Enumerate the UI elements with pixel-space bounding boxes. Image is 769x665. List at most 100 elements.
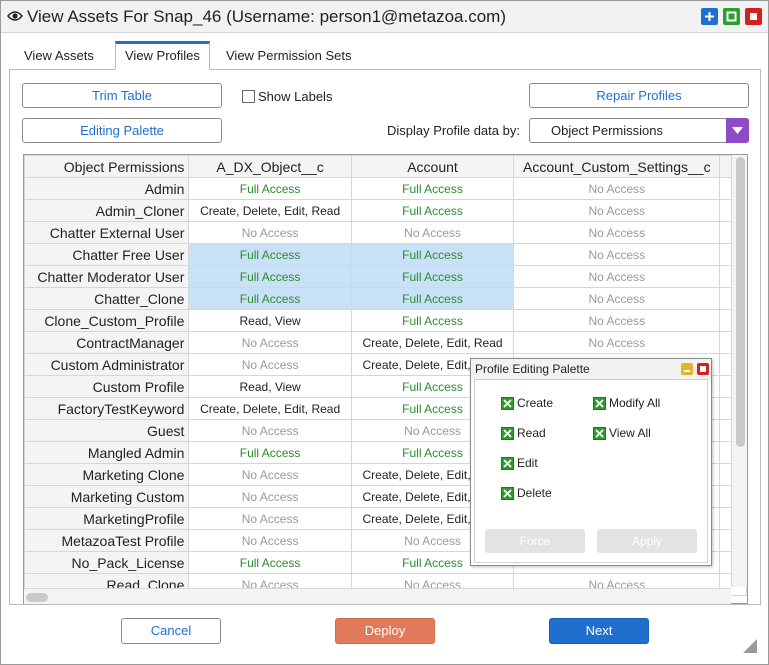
row-header[interactable]: Admin xyxy=(24,177,190,200)
permission-cell[interactable]: No Access xyxy=(513,287,721,310)
permission-cell[interactable]: No Access xyxy=(350,221,515,244)
table-row[interactable]: Admin Full Access Full Access No Access xyxy=(24,177,747,200)
permission-cell[interactable]: No Access xyxy=(513,265,721,288)
permission-cell[interactable]: No Access xyxy=(513,243,721,266)
permission-cell[interactable]: Full Access xyxy=(350,177,515,200)
create-checkbox[interactable]: Create xyxy=(501,396,553,410)
x-mark-icon xyxy=(593,396,606,410)
permission-cell[interactable]: No Access xyxy=(188,529,352,552)
palette-close-button[interactable] xyxy=(697,363,709,375)
horizontal-scrollbar[interactable] xyxy=(24,588,731,604)
permission-cell[interactable]: Full Access xyxy=(188,441,352,464)
row-header[interactable]: No_Pack_License xyxy=(24,551,190,574)
row-header[interactable]: Marketing Custom xyxy=(24,485,190,508)
permission-cell[interactable]: No Access xyxy=(188,485,352,508)
permission-cell[interactable]: Full Access xyxy=(188,287,352,310)
show-labels-toggle[interactable]: Show Labels xyxy=(242,88,332,104)
permission-cell[interactable]: Full Access xyxy=(188,177,352,200)
modify-all-checkbox[interactable]: Modify All xyxy=(593,396,660,410)
trim-table-button[interactable]: Trim Table xyxy=(22,83,222,108)
row-header[interactable]: ContractManager xyxy=(24,331,190,354)
tab-view-assets[interactable]: View Assets xyxy=(15,41,103,70)
x-mark-icon xyxy=(501,456,514,470)
permission-cell[interactable]: No Access xyxy=(188,221,352,244)
row-header[interactable]: Chatter External User xyxy=(24,221,190,244)
permission-cell[interactable]: No Access xyxy=(513,199,721,222)
tab-view-profiles[interactable]: View Profiles xyxy=(115,41,210,70)
row-header[interactable]: Custom Profile xyxy=(24,375,190,398)
column-header[interactable]: Account_Custom_Settings__c xyxy=(513,155,721,178)
column-header[interactable]: A_DX_Object__c xyxy=(188,155,352,178)
vertical-scrollbar[interactable] xyxy=(731,155,747,587)
column-header-object-permissions[interactable]: Object Permissions xyxy=(24,155,190,178)
permission-cell[interactable]: Read, View xyxy=(188,309,352,332)
table-row[interactable]: Chatter Free User Full Access Full Access N… xyxy=(24,243,747,266)
permission-cell[interactable]: Full Access xyxy=(350,265,515,288)
row-header[interactable]: Mangled Admin xyxy=(24,441,190,464)
palette-minimize-button[interactable] xyxy=(681,363,693,375)
permission-cell[interactable]: Full Access xyxy=(350,243,515,266)
row-header[interactable]: Guest xyxy=(24,419,190,442)
plus-button[interactable] xyxy=(701,8,718,25)
editing-palette-button[interactable]: Editing Palette xyxy=(22,118,222,143)
display-profile-select[interactable]: Object Permissions xyxy=(529,118,749,143)
force-button[interactable]: Force xyxy=(485,529,585,553)
permission-cell[interactable]: Create, Delete, Edit, Read xyxy=(350,331,515,354)
row-header[interactable]: Chatter Moderator User xyxy=(24,265,190,288)
permission-cell[interactable]: No Access xyxy=(513,221,721,244)
dropdown-arrow[interactable] xyxy=(726,118,749,143)
repair-profiles-button[interactable]: Repair Profiles xyxy=(529,83,749,108)
permission-cell[interactable]: No Access xyxy=(188,331,352,354)
permission-cell[interactable]: No Access xyxy=(513,177,721,200)
show-labels-checkbox[interactable] xyxy=(242,89,255,103)
view-all-checkbox[interactable]: View All xyxy=(593,426,651,440)
read-checkbox[interactable]: Read xyxy=(501,426,546,440)
table-row[interactable]: Chatter Moderator User Full Access Full Ac… xyxy=(24,265,747,288)
palette-title-bar[interactable]: Profile Editing Palette xyxy=(471,359,711,379)
row-header[interactable]: Chatter Free User xyxy=(24,243,190,266)
row-header[interactable]: Chatter_Clone xyxy=(24,287,190,310)
x-mark-icon xyxy=(501,486,514,500)
row-header[interactable]: FactoryTestKeyword xyxy=(24,397,190,420)
table-row[interactable]: Chatter_Clone Full Access Full Access No Ac… xyxy=(24,287,747,310)
permission-cell[interactable]: Full Access xyxy=(188,551,352,574)
row-header[interactable]: MetazoaTest Profile xyxy=(24,529,190,552)
restore-button[interactable] xyxy=(723,8,740,25)
row-header[interactable]: Marketing Clone xyxy=(24,463,190,486)
delete-checkbox[interactable]: Delete xyxy=(501,486,552,500)
permission-cell[interactable]: No Access xyxy=(188,353,352,376)
tab-view-permission-sets[interactable]: View Permission Sets xyxy=(217,41,360,70)
apply-button[interactable]: Apply xyxy=(597,529,697,553)
horizontal-scroll-thumb[interactable] xyxy=(26,593,48,602)
next-button[interactable]: Next xyxy=(549,618,649,644)
column-header[interactable]: Account xyxy=(350,155,515,178)
permission-cell[interactable]: No Access xyxy=(188,507,352,530)
permission-cell[interactable]: Read, View xyxy=(188,375,352,398)
permission-cell[interactable]: No Access xyxy=(188,463,352,486)
close-button[interactable] xyxy=(745,8,762,25)
permission-cell[interactable]: Full Access xyxy=(188,265,352,288)
palette-title: Profile Editing Palette xyxy=(475,362,590,376)
permission-cell[interactable]: Create, Delete, Edit, Read xyxy=(188,397,352,420)
edit-checkbox[interactable]: Edit xyxy=(501,456,538,470)
row-header[interactable]: MarketingProfile xyxy=(24,507,190,530)
row-header[interactable]: Admin_Cloner xyxy=(24,199,190,222)
deploy-button[interactable]: Deploy xyxy=(335,618,435,644)
permission-cell[interactable]: No Access xyxy=(513,309,721,332)
table-row[interactable]: ContractManager No Access Create, Delete, … xyxy=(24,331,747,354)
permission-cell[interactable]: No Access xyxy=(513,331,721,354)
cancel-button[interactable]: Cancel xyxy=(121,618,221,644)
permission-cell[interactable]: Full Access xyxy=(350,199,515,222)
permission-cell[interactable]: Full Access xyxy=(350,287,515,310)
resize-grip-icon[interactable] xyxy=(743,639,757,653)
permission-cell[interactable]: Create, Delete, Edit, Read xyxy=(188,199,352,222)
permission-cell[interactable]: No Access xyxy=(188,419,352,442)
permission-cell[interactable]: Full Access xyxy=(188,243,352,266)
table-row[interactable]: Admin_Cloner Create, Delete, Edit, Read Fu… xyxy=(24,199,747,222)
vertical-scroll-thumb[interactable] xyxy=(736,157,745,447)
table-row[interactable]: Clone_Custom_Profile Read, View Full Acces… xyxy=(24,309,747,332)
row-header[interactable]: Clone_Custom_Profile xyxy=(24,309,190,332)
row-header[interactable]: Custom Administrator xyxy=(24,353,190,376)
table-row[interactable]: Chatter External User No Access No Access N… xyxy=(24,221,747,244)
permission-cell[interactable]: Full Access xyxy=(350,309,515,332)
